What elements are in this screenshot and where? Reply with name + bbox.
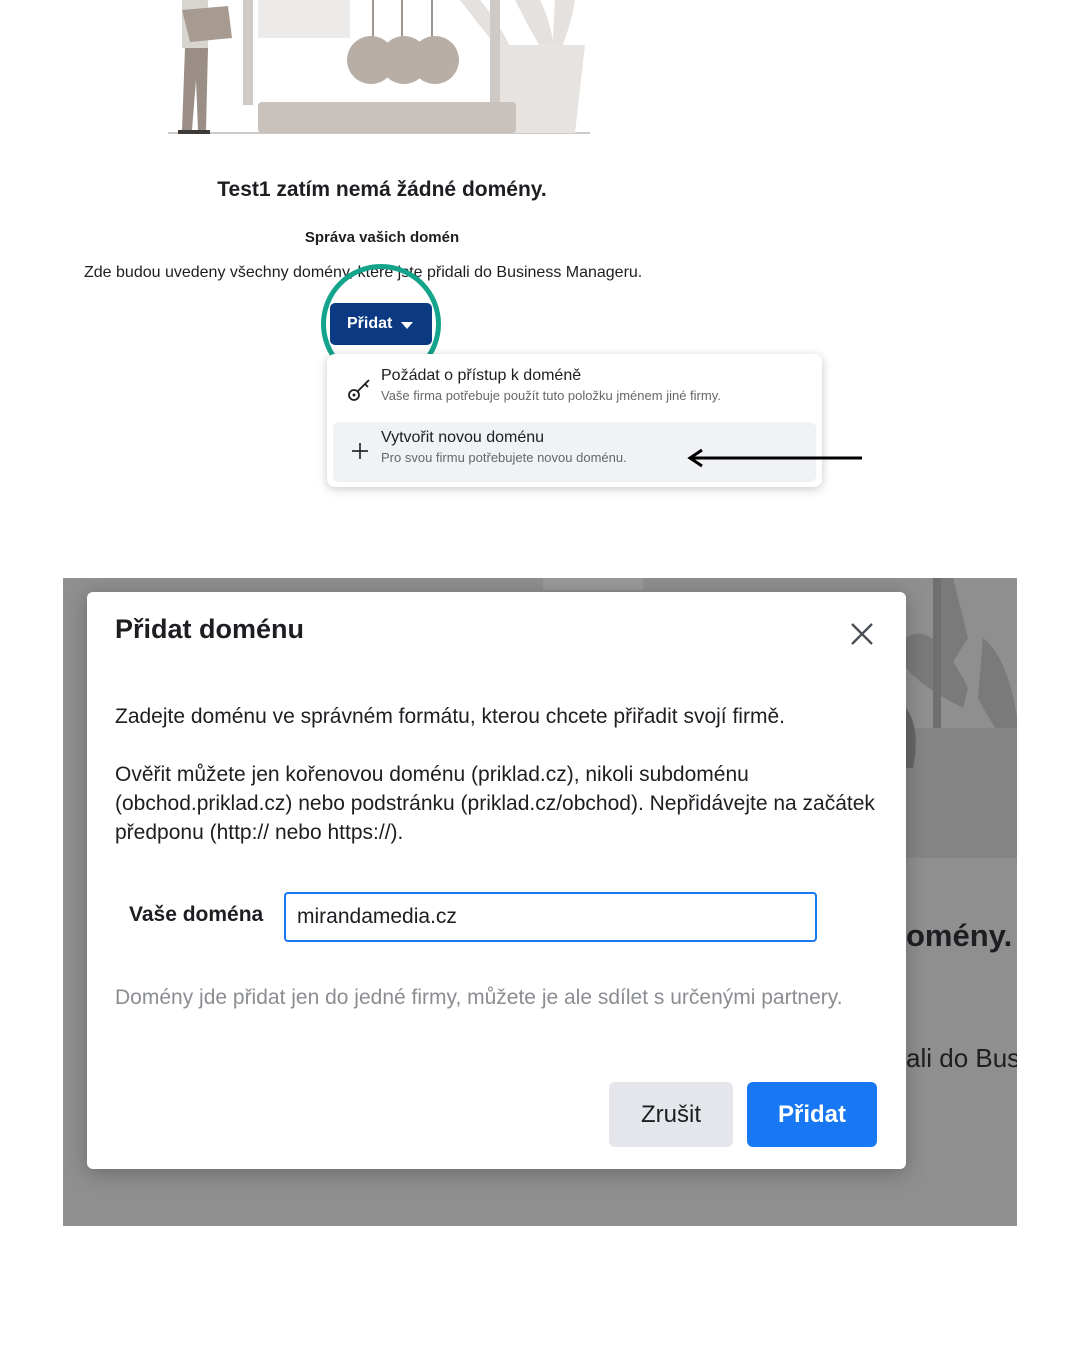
domain-input[interactable] [284,892,817,942]
empty-state-subtitle: Správa vašich domén [304,229,460,246]
plus-icon [352,443,368,459]
empty-state-description: Zde budou uvedeny všechny domény, které … [84,264,643,281]
add-button-label: Přidat [347,315,393,332]
key-icon [348,379,370,401]
close-icon[interactable] [844,616,880,652]
menu-item-label: Vytvořit novou doménu [381,429,545,446]
menu-item-request-access[interactable]: Požádat o přístup k doméně Vaše firma po… [333,360,816,420]
background-text-fragment: ali do Bus [906,1043,1017,1073]
add-domain-modal: Přidat doménu Zadejte doménu ve správném… [87,592,906,1169]
background-title-fragment: omény. [906,918,1013,953]
modal-instruction-text: Zadejte doménu ve správném formátu, kter… [115,705,785,728]
domain-field-label: Vaše doména [129,903,264,926]
empty-state-title: Test1 zatím nemá žádné domény. [217,178,547,201]
modal-root-domain-text: Ověřit můžete jen kořenovou doménu (prik… [115,763,875,844]
newtons-cradle-illustration [168,0,590,134]
add-domain-dialog-screenshot: omény. ali do Bus Přidat doménu Zadejte … [63,578,1017,1226]
cancel-button[interactable]: Zrušit [609,1082,733,1147]
add-domain-button[interactable]: Přidat [747,1082,877,1147]
caret-down-icon [401,321,414,329]
add-dropdown-button[interactable]: Přidat [330,303,432,345]
modal-note: Domény jde přidat jen do jedné firmy, mů… [115,986,843,1009]
menu-item-sublabel: Vaše firma potřebuje použít tuto položku… [381,388,721,403]
modal-title: Přidat doménu [115,614,305,644]
pointer-arrow-annotation [687,448,862,468]
menu-item-label: Požádat o přístup k doméně [381,367,582,384]
